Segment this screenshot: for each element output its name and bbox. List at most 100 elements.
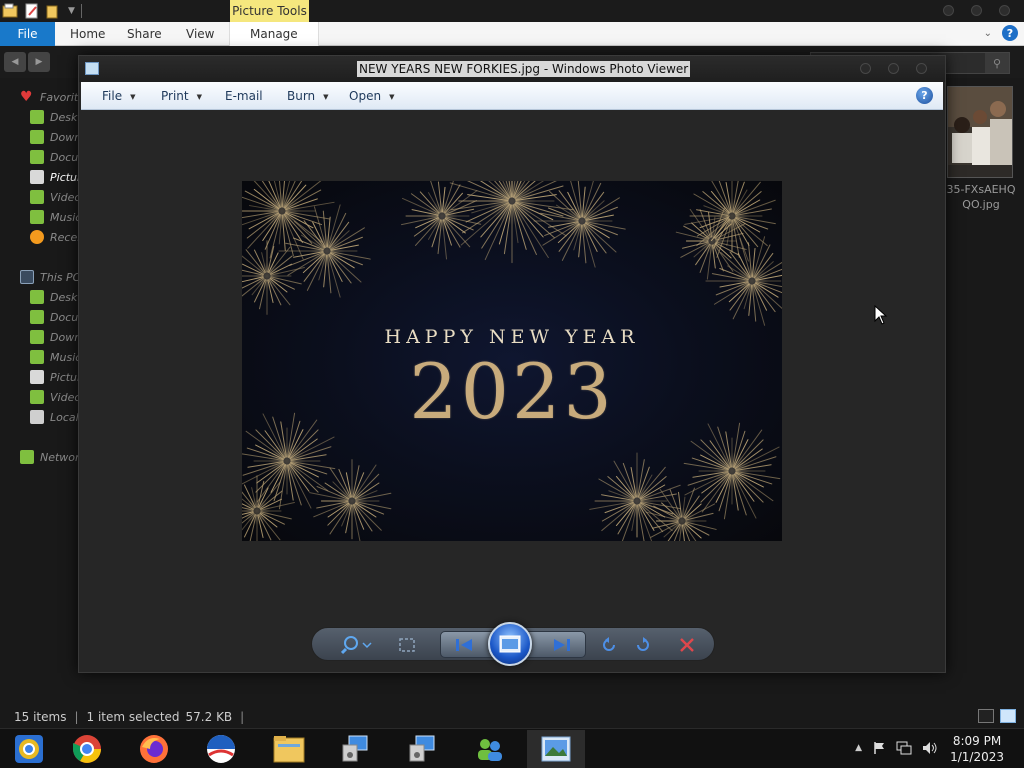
nav-pc-desktop[interactable]: Desktop (0, 287, 80, 307)
new-folder-icon[interactable] (46, 3, 62, 19)
taskbar-chrome-canary[interactable] (0, 730, 58, 768)
viewer-maximize-button[interactable] (888, 63, 899, 74)
videos-folder-icon (30, 390, 44, 404)
action-center-flag-icon[interactable] (872, 741, 886, 755)
tab-view[interactable]: View (186, 22, 214, 46)
explorer-help-icon[interactable]: ? (1002, 25, 1018, 41)
nav-pc-documents[interactable]: Documents (0, 307, 80, 327)
network-icon (20, 450, 34, 464)
explorer-app-icon[interactable] (2, 3, 18, 19)
volume-icon[interactable] (922, 741, 938, 755)
nav-pc-downloads[interactable]: Downloads (0, 327, 80, 347)
customize-qat-chevron-icon[interactable]: ▼ (68, 6, 75, 16)
ribbon-tabs: File Home Share View Manage ⌄ ? (0, 22, 1024, 46)
delete-button[interactable] (676, 634, 698, 656)
nav-fav-documents[interactable]: Documents (0, 147, 80, 167)
nav-fav-pictures[interactable]: Pictures (0, 167, 80, 187)
ribbon-collapse-chevron-icon[interactable]: ⌄ (984, 28, 992, 39)
maximize-button[interactable] (971, 5, 982, 16)
actual-size-button[interactable] (396, 634, 418, 656)
photo-viewer-window: NEW YEARS NEW FORKIES.jpg - Windows Phot… (78, 55, 946, 673)
rotate-counterclockwise-button[interactable] (598, 634, 620, 656)
nav-pc-localdisk[interactable]: Local Disk (0, 407, 80, 427)
status-separator: | (74, 710, 79, 724)
rotate-left-icon (603, 637, 615, 651)
taskbar-clock[interactable]: 8:09 PM 1/1/2023 (950, 733, 1004, 765)
desktop-folder-icon (30, 110, 44, 124)
nav-pc-videos[interactable]: Videos (0, 387, 80, 407)
chevron-down-icon: ▼ (323, 92, 329, 101)
taskbar-messenger[interactable] (460, 730, 518, 768)
videos-folder-icon (30, 190, 44, 204)
tab-manage[interactable]: Manage (229, 22, 319, 46)
viewer-close-button[interactable] (916, 63, 927, 74)
taskbar-obama-app[interactable] (192, 730, 250, 768)
actual-size-icon (399, 638, 415, 652)
nav-fav-videos[interactable]: Videos (0, 187, 80, 207)
previous-button[interactable] (453, 634, 475, 656)
downloads-folder-icon (30, 330, 44, 344)
nav-fav-downloads-label: Downloads (50, 130, 80, 144)
taskbar-photo-viewer[interactable] (527, 730, 585, 768)
taskbar-firefox[interactable] (125, 730, 183, 768)
close-button[interactable] (999, 5, 1010, 16)
nav-pc-downloads-label: Downloads (50, 330, 80, 344)
slideshow-button[interactable] (488, 622, 532, 666)
photo-viewer-title-bar[interactable]: NEW YEARS NEW FORKIES.jpg - Windows Phot… (79, 56, 945, 82)
menu-file[interactable]: File ▼ (102, 82, 135, 110)
menu-email[interactable]: E-mail (225, 82, 263, 110)
nav-fav-desktop-label: Desktop (50, 110, 80, 124)
ribbon-right-controls: ⌄ ? (984, 25, 1018, 41)
nav-fav-music-label: Music (50, 210, 80, 224)
magnifier-icon (341, 636, 372, 655)
tab-share[interactable]: Share (127, 22, 162, 46)
nav-pc-music[interactable]: Music (0, 347, 80, 367)
nav-fav-music[interactable]: Music (0, 207, 80, 227)
large-icons-view-icon[interactable] (1000, 709, 1016, 723)
taskbar-remote-app-1[interactable] (326, 730, 384, 768)
rotate-clockwise-button[interactable] (632, 634, 654, 656)
pictures-folder-icon (30, 170, 44, 184)
show-hidden-icons-chevron-icon[interactable]: ▲ (855, 743, 862, 753)
menu-print[interactable]: Print ▼ (161, 82, 202, 110)
tab-home[interactable]: Home (70, 22, 105, 46)
viewer-window-controls (860, 63, 927, 74)
folder-icon (273, 736, 305, 763)
nav-fav-desktop[interactable]: Desktop (0, 107, 80, 127)
details-view-icon[interactable] (978, 709, 994, 723)
status-bar: 15 items | 1 item selected 57.2 KB | (0, 706, 1024, 728)
documents-folder-icon (30, 310, 44, 324)
nav-fav-downloads[interactable]: Downloads (0, 127, 80, 147)
menu-open[interactable]: Open ▼ (349, 82, 394, 110)
viewer-menu-bar: File ▼ Print ▼ E-mail Burn ▼ Open ▼ ? (81, 82, 943, 110)
taskbar-remote-app-2[interactable] (393, 730, 451, 768)
viewer-help-icon[interactable]: ? (916, 87, 933, 104)
viewer-control-bar (311, 622, 715, 666)
nav-thispc[interactable]: This PC (0, 267, 80, 287)
status-selection: 1 item selected (86, 710, 180, 724)
tab-file[interactable]: File (0, 22, 55, 46)
forward-button[interactable]: ▶ (28, 52, 50, 72)
menu-burn[interactable]: Burn ▼ (287, 82, 329, 110)
network-status-icon[interactable] (896, 741, 912, 755)
nav-fav-recent[interactable]: Recent places (0, 227, 80, 247)
back-button[interactable]: ◀ (4, 52, 26, 72)
photo-viewer-app-icon[interactable] (85, 62, 99, 75)
next-button[interactable] (551, 634, 573, 656)
nav-favorites[interactable]: ♥ Favorites (0, 87, 80, 107)
nav-pc-pictures[interactable]: Pictures (0, 367, 80, 387)
zoom-button[interactable] (340, 634, 374, 656)
nav-network[interactable]: Network (0, 447, 80, 467)
file-thumbnail[interactable] (947, 86, 1013, 178)
minimize-button[interactable] (943, 5, 954, 16)
menu-open-label: Open (349, 89, 382, 103)
taskbar-chrome[interactable] (58, 730, 116, 768)
taskbar-file-explorer[interactable] (260, 730, 318, 768)
thumbnail-photo (948, 87, 1012, 177)
downloads-folder-icon (30, 130, 44, 144)
viewer-minimize-button[interactable] (860, 63, 871, 74)
search-icon[interactable]: ⚲ (985, 53, 1009, 73)
next-icon (554, 639, 570, 651)
properties-icon[interactable] (24, 3, 40, 19)
nav-pc-desktop-label: Desktop (50, 290, 80, 304)
